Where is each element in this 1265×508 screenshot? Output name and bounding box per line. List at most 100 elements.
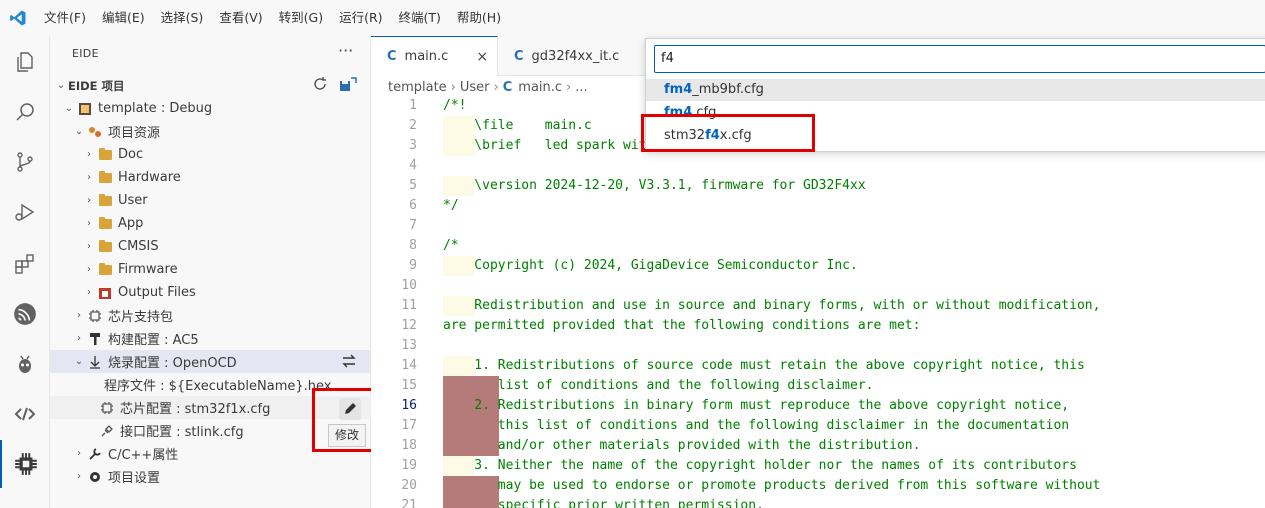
menu-item[interactable]: 编辑(E): [94, 0, 153, 36]
line-number: 1: [409, 98, 417, 113]
tree-item-resources[interactable]: ⌄ 项目资源: [50, 120, 371, 143]
chip-package-label: 芯片支持包: [108, 310, 174, 325]
folder-icon: [96, 216, 114, 229]
line-number: 5: [409, 178, 417, 193]
chevron-right-icon: ›: [87, 195, 91, 206]
tab-label: main.c: [404, 49, 449, 64]
code-editor[interactable]: 1/*! 2 \file main.c 3 \brief led spark wit…: [371, 96, 1265, 508]
line-number: 10: [401, 278, 417, 293]
menu-item[interactable]: 终端(T): [391, 0, 449, 36]
highlight-box-selection: [641, 114, 815, 152]
search-icon[interactable]: [0, 88, 50, 136]
save-project-icon[interactable]: [339, 76, 357, 96]
tree-item-folder[interactable]: › Hardware: [50, 166, 371, 189]
breadcrumb-item[interactable]: main.c: [518, 80, 562, 95]
more-actions-icon[interactable]: ···: [338, 41, 353, 60]
cpp-properties-label: C/C++属性: [108, 448, 179, 463]
plug-icon: [98, 424, 116, 438]
breadcrumb: template › User › C main.c › ...: [388, 76, 592, 98]
source-control-icon[interactable]: [0, 138, 50, 186]
tree-item-folder[interactable]: › App: [50, 212, 371, 235]
tab-gd32f4xx-it-c[interactable]: C gd32f4xx_it.c: [498, 36, 648, 76]
chevron-right-icon: ›: [87, 264, 91, 275]
eide-icon[interactable]: [0, 440, 50, 488]
tree-item-folder[interactable]: › Firmware: [50, 258, 371, 281]
c-file-icon: C: [502, 79, 513, 95]
resources-icon: [86, 125, 104, 139]
gear-icon: [86, 470, 104, 484]
resources-label: 项目资源: [108, 126, 161, 141]
folder-icon: [96, 170, 114, 183]
line-number: 12: [401, 318, 417, 333]
tree-item-project[interactable]: ⌄ template : Debug: [50, 97, 371, 120]
line-number: 3: [409, 138, 417, 153]
chevron-right-icon: ›: [566, 79, 572, 95]
switch-uploader-icon[interactable]: [341, 354, 357, 372]
activity-bar: [0, 36, 50, 508]
chip-config-label: 芯片配置 : stm32f1x.cfg: [120, 402, 271, 417]
chevron-down-icon: ⌄: [74, 126, 84, 137]
menu-item[interactable]: 选择(S): [153, 0, 212, 36]
line-number: 11: [401, 298, 417, 313]
line-number: 15: [401, 378, 417, 393]
chevron-right-icon: ›: [77, 448, 81, 459]
menu-item[interactable]: 文件(F): [36, 0, 94, 36]
line-number: 8: [409, 238, 417, 253]
sidebar-title: EIDE: [72, 47, 99, 60]
menu-item[interactable]: 查看(V): [211, 0, 270, 36]
section-eide-project[interactable]: ⌄ EIDE 项目: [50, 74, 371, 97]
code-line: may be used to endorse or promote produc…: [443, 478, 1101, 493]
breadcrumb-item[interactable]: template: [388, 80, 447, 95]
project-label: template : Debug: [98, 101, 213, 116]
tree-item-build-config[interactable]: › 构建配置 : AC5: [50, 327, 371, 350]
esp-icon[interactable]: [0, 290, 50, 338]
download-icon: [86, 355, 104, 369]
tree-item-folder[interactable]: › CMSIS: [50, 235, 371, 258]
chevron-right-icon: ›: [87, 172, 91, 183]
tree-item-flash-config[interactable]: ⌄ 烧录配置 : OpenOCD: [50, 350, 371, 373]
breadcrumb-item[interactable]: ...: [575, 80, 587, 95]
tree-item-chip-package[interactable]: › 芯片支持包: [50, 304, 371, 327]
tree-item-folder[interactable]: › Output Files: [50, 281, 371, 304]
extensions-icon[interactable]: [0, 240, 50, 288]
tab-main-c[interactable]: C main.c ×: [371, 36, 498, 76]
tree-item-folder[interactable]: › User: [50, 189, 371, 212]
menu-item[interactable]: 转到(G): [271, 0, 331, 36]
code-line: Redistribution and use in source and bin…: [443, 298, 1101, 313]
chevron-down-icon: ⌄: [74, 356, 84, 367]
chevron-down-icon: ⌄: [56, 80, 66, 91]
chevron-right-icon: ›: [493, 79, 499, 95]
line-number: 17: [401, 418, 417, 433]
chevron-right-icon: ›: [77, 333, 81, 344]
explorer-icon[interactable]: [0, 38, 50, 86]
line-number: 19: [401, 458, 417, 473]
menu-item[interactable]: 运行(R): [331, 0, 390, 36]
quick-pick-input[interactable]: f4: [654, 45, 1265, 73]
close-icon[interactable]: ×: [476, 49, 488, 65]
run-debug-icon[interactable]: [0, 188, 50, 236]
tree-item-project-settings[interactable]: › 项目设置: [50, 465, 371, 488]
line-number: 4: [409, 158, 417, 173]
quick-pick-item[interactable]: fm4_mb9bf.cfg: [646, 79, 1265, 101]
chevron-down-icon: ⌄: [64, 103, 74, 114]
folder-label: Hardware: [118, 170, 181, 185]
vscode-logo-icon: [0, 0, 36, 36]
tab-label: gd32f4xx_it.c: [531, 48, 620, 64]
breadcrumb-item[interactable]: User: [460, 80, 490, 95]
bug-icon[interactable]: [0, 340, 50, 388]
chevron-right-icon: ›: [87, 149, 91, 160]
code-line: */: [443, 198, 459, 213]
chevron-right-icon: ›: [77, 310, 81, 321]
tree-item-folder[interactable]: › Doc: [50, 143, 371, 166]
menu-item[interactable]: 帮助(H): [449, 0, 509, 36]
chevron-right-icon: ›: [87, 287, 91, 298]
code-line: \file main.c: [443, 118, 592, 133]
code-line: /*!: [443, 98, 467, 113]
code-icon[interactable]: [0, 390, 50, 438]
refresh-icon[interactable]: [312, 76, 328, 96]
folder-label: User: [118, 193, 148, 208]
interface-config-label: 接口配置 : stlink.cfg: [120, 425, 244, 440]
code-line: Copyright (c) 2024, GigaDevice Semicondu…: [443, 258, 858, 273]
line-number: 16: [401, 398, 417, 413]
code-line: 2. Redistributions in binary form must r…: [443, 398, 1070, 413]
